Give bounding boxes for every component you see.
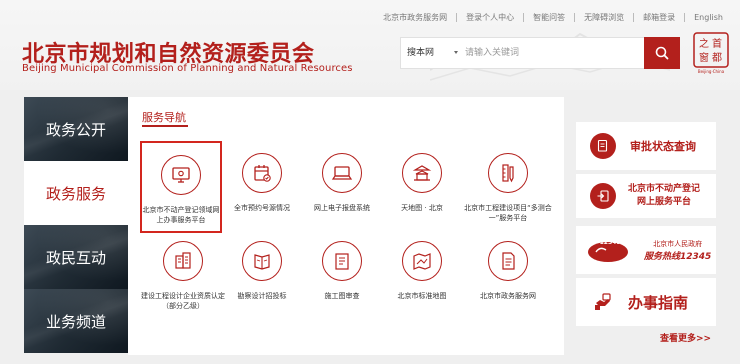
nav-item-public-interaction[interactable]: 政民互动	[24, 225, 128, 289]
capital-window-seal-logo[interactable]: 首 都 之 窗	[693, 32, 729, 68]
title-underline	[142, 125, 188, 127]
seal-caption: Beijing·China	[697, 69, 725, 74]
approval-status-query-button[interactable]: 审批状态查询	[576, 122, 716, 170]
svg-text:之: 之	[699, 37, 709, 50]
service-e-filing-system[interactable]: 网上电子报盘系统	[300, 153, 384, 213]
link-gov-service[interactable]: 北京市政务服务网	[374, 12, 456, 23]
buildings-icon	[163, 241, 203, 281]
service-navigation-panel: 服务导航 北京市不动产登记领域网上办事服务平台 全市预约号源情况 网上电子报盘系…	[128, 97, 564, 355]
chevron-down-icon[interactable]	[454, 51, 458, 54]
svg-text:窗: 窗	[699, 51, 709, 64]
temple-icon	[402, 153, 442, 193]
hotline-12345-banner[interactable]: 12345 北京市人民政府 服务热线12345	[576, 226, 716, 274]
service-survey-design-bidding[interactable]: 勘察设计招投标	[220, 241, 304, 301]
view-more-link[interactable]: 查看更多>>	[660, 331, 711, 344]
service-gov-service-network[interactable]: 北京市政务服务网	[460, 241, 556, 301]
hand-icon	[590, 289, 616, 315]
svg-text:首: 首	[712, 37, 722, 50]
service-label: 北京市标准地图	[397, 292, 447, 300]
service-tianditu-beijing[interactable]: 天地图 · 北京	[380, 153, 464, 213]
nav-item-gov-services[interactable]: 政务服务	[24, 161, 128, 225]
service-label: 天地图 · 北京	[401, 204, 443, 212]
blueprint-icon	[322, 241, 362, 281]
service-label: 全市预约号源情况	[234, 204, 290, 212]
service-label: 北京市不动产登记领域网上办事服务平台	[142, 206, 220, 224]
service-multi-survey-platform[interactable]: 北京市工程建设项目“多测合一”服务平台	[460, 153, 556, 223]
service-appointment-slots[interactable]: 全市预约号源情况	[220, 153, 304, 213]
service-label: 施工图审查	[324, 292, 360, 300]
search-box: 搜本网	[400, 37, 680, 69]
nav-item-label: 政民互动	[45, 248, 106, 267]
laptop-icon	[322, 153, 362, 193]
service-label: 北京市工程建设项目“多测合一”服务平台	[464, 204, 552, 222]
realty-registration-platform-button[interactable]: 北京市不动产登记 网上服务平台	[576, 174, 716, 218]
link-smart-qa[interactable]: 智能问答	[524, 12, 574, 23]
calendar-check-icon	[242, 153, 282, 193]
realty-platform-label: 北京市不动产登记 网上服务平台	[628, 184, 701, 207]
map-icon	[402, 241, 442, 281]
nav-item-label: 政务服务	[45, 184, 106, 203]
panel-title: 服务导航	[142, 111, 186, 124]
service-construction-drawing-review[interactable]: 施工图审查	[300, 241, 384, 301]
ruler-pencil-icon	[488, 153, 528, 193]
nav-item-label: 政务公开	[45, 120, 106, 139]
login-icon	[590, 183, 616, 209]
service-guide-label: 办事指南	[628, 293, 689, 312]
document-icon	[488, 241, 528, 281]
link-login[interactable]: 登录个人中心	[457, 12, 523, 23]
top-links-bar: 北京市政务服务网 登录个人中心 智能问答 无障碍浏览 邮箱登录 English	[374, 10, 732, 24]
hotline-text: 北京市人民政府 服务热线12345	[644, 239, 712, 262]
service-label: 网上电子报盘系统	[314, 204, 370, 212]
nav-item-label: 业务频道	[45, 312, 106, 331]
book-icon	[242, 241, 282, 281]
service-guide-button[interactable]: 办事指南	[576, 278, 716, 326]
link-accessibility[interactable]: 无障碍浏览	[575, 12, 633, 23]
header: 北京市政务服务网 登录个人中心 智能问答 无障碍浏览 邮箱登录 English …	[0, 0, 740, 90]
service-label: 勘察设计招投标	[237, 292, 287, 300]
service-standard-map[interactable]: 北京市标准地图	[380, 241, 464, 301]
search-scope-select[interactable]: 搜本网	[407, 38, 434, 68]
service-label: 建设工程设计企业资质认定（部分乙级）	[141, 292, 225, 310]
search-button[interactable]	[644, 37, 680, 69]
site-subtitle-en: Beijing Municipal Commission of Planning…	[22, 63, 353, 74]
search-icon	[655, 46, 669, 60]
link-english[interactable]: English	[685, 13, 732, 22]
service-design-qualification[interactable]: 建设工程设计企业资质认定（部分乙级）	[140, 241, 226, 311]
service-label: 北京市政务服务网	[480, 292, 536, 300]
phone-badge-icon: 12345	[586, 236, 640, 264]
computer-icon	[161, 155, 201, 195]
approval-status-label: 审批状态查询	[630, 140, 696, 153]
svg-text:都: 都	[712, 52, 722, 64]
nav-item-gov-affairs-open[interactable]: 政务公开	[24, 97, 128, 161]
search-input[interactable]	[465, 44, 635, 62]
document-search-icon	[590, 133, 616, 159]
nav-item-business-channels[interactable]: 业务频道	[24, 289, 128, 353]
service-realty-registration[interactable]: 北京市不动产登记领域网上办事服务平台	[140, 141, 222, 233]
link-mail-login[interactable]: 邮箱登录	[634, 12, 684, 23]
